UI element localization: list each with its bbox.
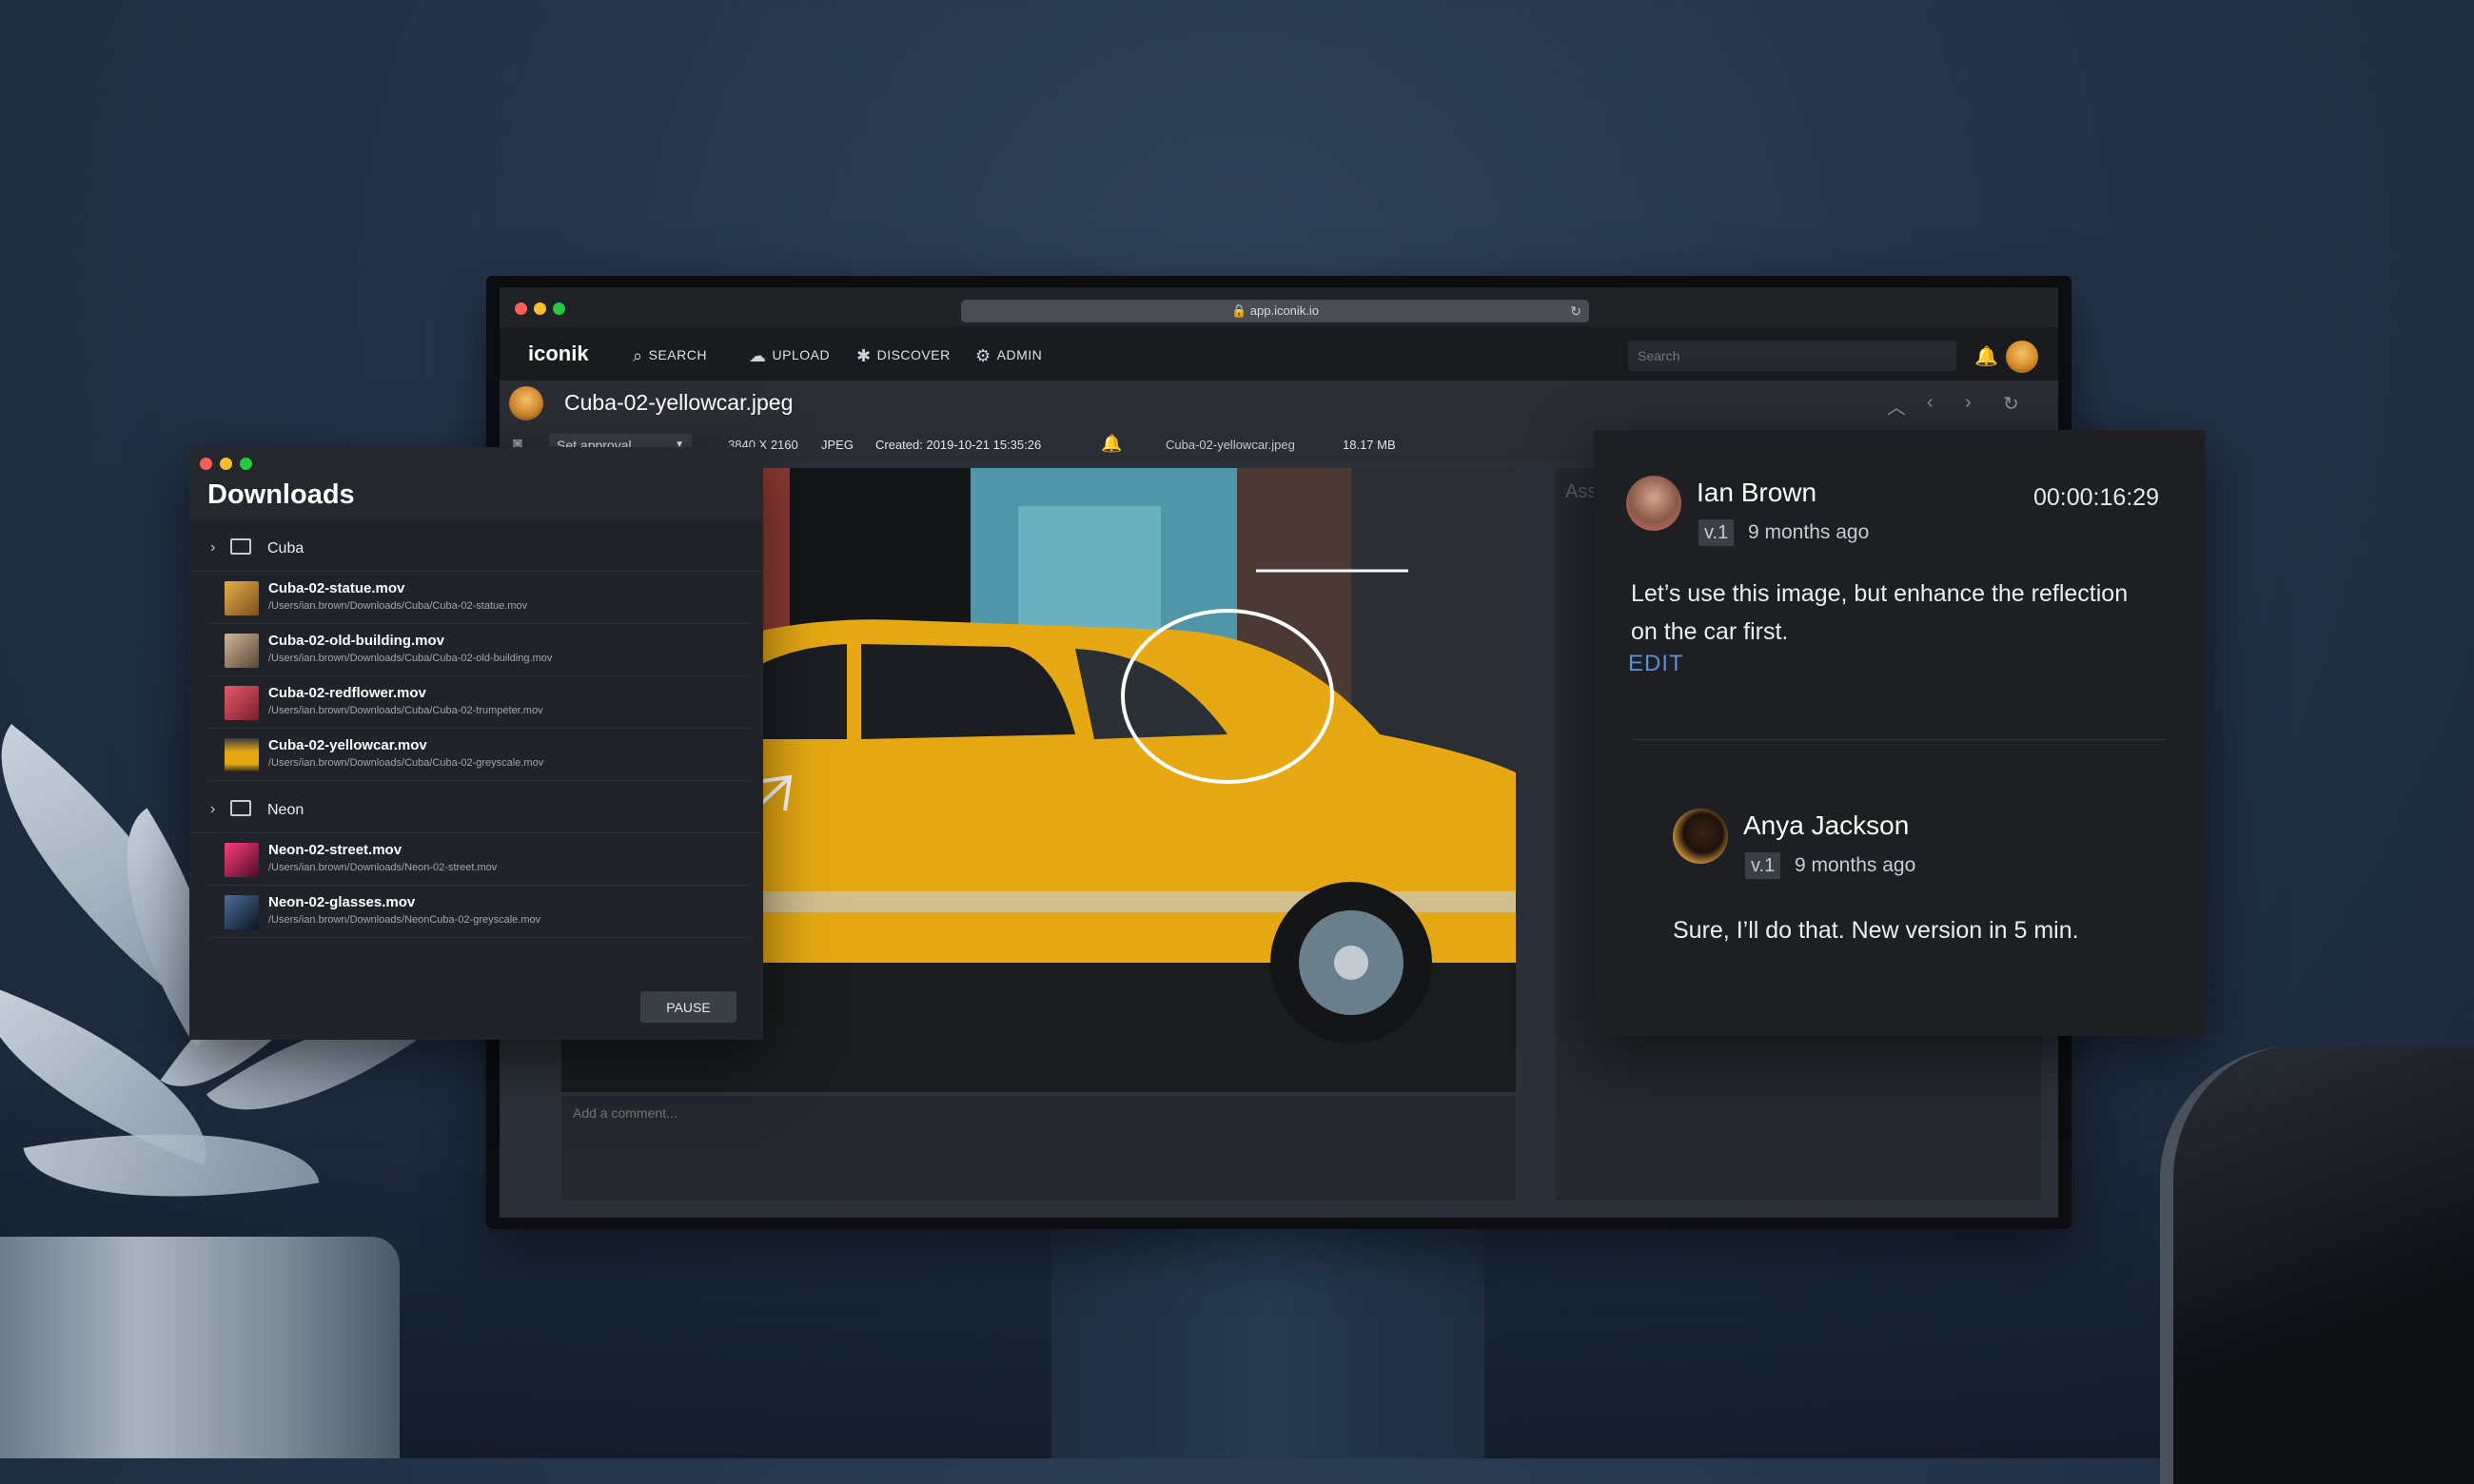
notification-bell-icon[interactable]: 🔔 [1974,344,1998,368]
file-name: Cuba-02-redflower.mov [268,685,426,701]
downloads-title: Downloads [207,479,355,510]
folder-row[interactable]: › Neon [189,789,763,833]
pause-button[interactable]: PAUSE [640,991,736,1023]
minimize-window-button[interactable] [534,303,546,315]
chair [2160,1046,2474,1484]
comment-divider [1632,739,2167,740]
download-item[interactable]: Cuba-02-yellowcar.mov /Users/ian.brown/D… [208,729,751,781]
reload-icon[interactable]: ↻ [1570,300,1581,322]
file-name: Neon-02-street.mov [268,842,403,858]
asset-size: 18.17 MB [1343,438,1396,452]
chevron-right-icon[interactable]: › [210,539,215,556]
download-item[interactable]: Cuba-02-old-building.mov /Users/ian.brow… [208,624,751,676]
gear-icon: ⚙ [975,346,992,365]
comment-timecode[interactable]: 00:00:16:29 [2033,484,2159,512]
file-thumbnail [225,581,259,615]
app-navbar: iconik ⌕ SEARCH ☁ UPLOAD ✱ DISCOVER ⚙ ADMIN … [500,327,2058,381]
add-comment-input[interactable] [561,1096,1516,1130]
chevron-up-icon[interactable]: ︿ [1887,392,1906,420]
avatar [1626,476,1681,531]
nav-admin[interactable]: ⚙ ADMIN [975,346,1042,366]
version-badge: v.1 [1698,519,1735,546]
file-name: Cuba-02-yellowcar.mov [268,737,427,753]
comment-text-line: Let’s use this image, but enhance the re… [1631,580,2129,607]
global-search-input[interactable] [1628,341,1956,371]
nav-search[interactable]: ⌕ SEARCH [633,346,707,366]
downloads-header: Downloads [189,447,763,521]
folder-icon [230,800,251,816]
next-icon[interactable]: › [1965,392,1972,414]
folder-name: Cuba [267,540,304,556]
file-path: /Users/ian.brown/Downloads/Cuba/Cuba-02-… [268,653,553,664]
asset-header: Cuba-02-yellowcar.jpeg ︿ ‹ › ↻ [500,381,2058,428]
bell-outline-icon[interactable]: 🔔 [1101,434,1122,454]
satellite-icon: ✱ [856,346,872,365]
comment-timestamp: 9 months ago [1795,854,1916,876]
download-item[interactable]: Cuba-02-statue.mov /Users/ian.brown/Down… [208,572,751,624]
comments-panel: Ian Brown 00:00:16:29 v.1 9 months ago L… [1594,430,2205,1036]
nav-upload[interactable]: ☁ UPLOAD [749,346,830,366]
asset-format: JPEG [821,438,854,452]
nav-discover[interactable]: ✱ DISCOVER [856,346,951,366]
download-item[interactable]: Cuba-02-redflower.mov /Users/ian.brown/D… [208,676,751,729]
comment-text-line: on the car first. [1631,618,1789,645]
file-name: Neon-02-glasses.mov [268,894,416,910]
file-name: Cuba-02-old-building.mov [268,633,444,649]
file-path: /Users/ian.brown/Downloads/Cuba/Cuba-02-… [268,600,528,612]
file-name: Cuba-02-statue.mov [268,580,405,596]
comment-box [561,1096,1516,1201]
comment-author: Ian Brown [1697,478,1817,507]
browser-chrome: 🔒 app.iconik.io ↻ [500,287,2058,327]
url-text: app.iconik.io [1249,303,1320,318]
folder-row[interactable]: › Cuba [189,527,763,572]
edit-comment-link[interactable]: EDIT [1628,651,1684,677]
previous-icon[interactable]: ‹ [1927,392,1934,414]
cloud-icon: ☁ [749,346,767,365]
search-icon: ⌕ [633,346,643,365]
download-item[interactable]: Neon-02-glasses.mov /Users/ian.brown/Dow… [208,886,751,938]
zoom-window-button[interactable] [240,458,252,470]
close-window-button[interactable] [200,458,212,470]
address-bar[interactable]: 🔒 app.iconik.io ↻ [961,300,1589,322]
file-path: /Users/ian.brown/Downloads/Cuba/Cuba-02-… [268,705,543,716]
avatar [1673,809,1728,864]
downloads-window: Downloads › Cuba Cuba-02-statue.mov /Use… [189,447,763,1040]
folder-name: Neon [267,802,304,818]
asset-created: Created: 2019-10-21 15:35:26 [875,438,1042,452]
user-avatar[interactable] [2006,341,2038,373]
file-thumbnail [225,843,259,877]
chevron-right-icon[interactable]: › [210,801,215,818]
file-path: /Users/ian.brown/Downloads/Neon-02-stree… [268,862,498,873]
comment-author: Anya Jackson [1743,810,1910,840]
file-path: /Users/ian.brown/Downloads/Cuba/Cuba-02-… [268,757,544,769]
download-item[interactable]: Neon-02-street.mov /Users/ian.brown/Down… [208,833,751,886]
plant-pot [0,1237,400,1458]
side-panel-tab-label[interactable]: Ass [1565,481,1597,503]
file-path: /Users/ian.brown/Downloads/NeonCuba-02-g… [268,914,541,926]
file-thumbnail [225,686,259,720]
file-thumbnail [225,738,259,772]
comment-text: Sure, I’ll do that. New version in 5 min… [1673,917,2079,944]
owner-avatar [509,386,543,420]
folder-icon [230,538,251,555]
lock-icon: 🔒 [1230,303,1247,318]
minimize-window-button[interactable] [220,458,232,470]
file-thumbnail [225,634,259,668]
app-logo[interactable]: iconik [528,342,589,366]
asset-filename: Cuba-02-yellowcar.jpeg [1166,438,1295,452]
zoom-window-button[interactable] [553,303,565,315]
close-window-button[interactable] [515,303,527,315]
version-badge: v.1 [1745,852,1781,879]
refresh-icon[interactable]: ↻ [2003,392,2019,416]
file-thumbnail [225,895,259,929]
comment-timestamp: 9 months ago [1748,521,1870,543]
asset-title: Cuba-02-yellowcar.jpeg [564,390,794,415]
monitor-stand [1051,1227,1484,1458]
